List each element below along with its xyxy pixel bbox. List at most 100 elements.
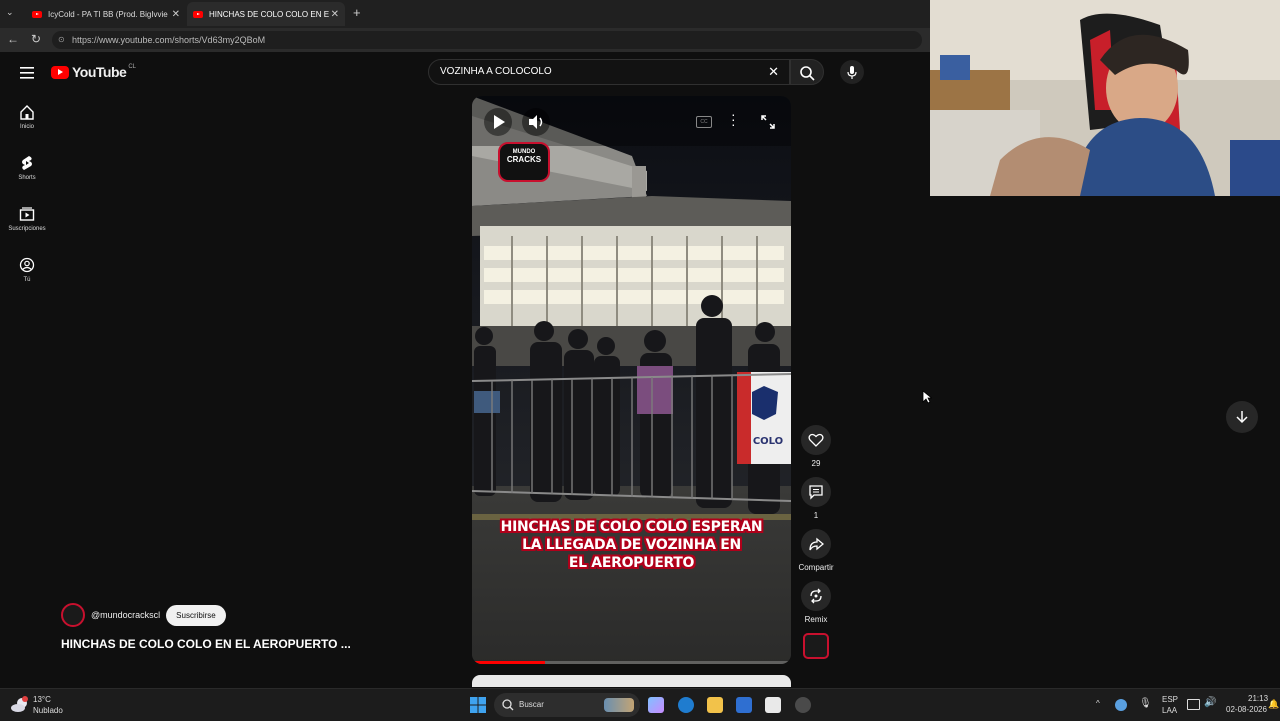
sidebar-item-inicio[interactable]: Inicio bbox=[0, 104, 54, 130]
channel-row: @mundocrackscl Suscribirse bbox=[61, 603, 226, 627]
settings-gear-icon[interactable] bbox=[795, 697, 811, 713]
tab-list-chevron-icon[interactable]: ⌄ bbox=[6, 7, 14, 18]
search-query: VOZINHA A COLOCOLO bbox=[440, 66, 552, 77]
sidebar-item-label: Tú bbox=[23, 277, 31, 283]
close-tab-icon[interactable]: ✕ bbox=[172, 9, 180, 20]
notification-bell-icon[interactable]: 🔔 bbox=[1268, 699, 1279, 710]
fullscreen-button[interactable] bbox=[760, 114, 776, 135]
like-heart-icon bbox=[808, 433, 824, 447]
site-info-icon[interactable]: ⊙ bbox=[58, 31, 65, 49]
comments-button[interactable]: 1 bbox=[797, 477, 835, 520]
file-explorer-icon[interactable] bbox=[707, 697, 723, 713]
tab-label: HINCHAS DE COLO COLO EN EL A bbox=[209, 9, 329, 19]
remix-label: Remix bbox=[804, 615, 828, 624]
tab-icycold[interactable]: IcyCold - PA TI BB (Prod. BigIvvier ✕ bbox=[26, 2, 186, 26]
microphone-icon[interactable]: 🎙 bbox=[1139, 698, 1152, 709]
search-input[interactable]: VOZINHA A COLOCOLO ✕ bbox=[428, 59, 790, 85]
share-label: Compartir bbox=[798, 563, 834, 572]
back-icon[interactable]: ← bbox=[7, 32, 19, 46]
comment-count: 1 bbox=[813, 511, 819, 520]
network-icon[interactable] bbox=[1187, 699, 1200, 710]
reload-icon[interactable]: ↻ bbox=[31, 32, 41, 46]
close-tab-icon[interactable]: ✕ bbox=[331, 9, 339, 20]
youtube-logo-icon bbox=[51, 65, 69, 79]
channel-avatar[interactable] bbox=[61, 603, 85, 627]
language-code[interactable]: ESP bbox=[1162, 695, 1178, 704]
next-video-button[interactable] bbox=[1226, 401, 1258, 433]
volume-button[interactable] bbox=[522, 108, 550, 136]
sidebar-item-label: Suscripciones bbox=[8, 226, 46, 232]
remix-icon bbox=[810, 588, 822, 604]
video-caption-line-2: LA LLEGADA DE VOZINHA EN bbox=[522, 537, 741, 553]
search-icon bbox=[800, 66, 815, 81]
voice-search-button[interactable] bbox=[840, 60, 864, 84]
youtube-logo[interactable]: YouTube CL bbox=[51, 64, 136, 80]
sidebar-item-label: Shorts bbox=[18, 175, 36, 181]
windows-logo-icon bbox=[470, 697, 486, 713]
clock-time[interactable]: 21:13 bbox=[1248, 694, 1268, 703]
play-button[interactable] bbox=[484, 108, 512, 136]
keyboard-layout[interactable]: LAA bbox=[1162, 706, 1177, 715]
temperature: 13°C bbox=[33, 695, 51, 704]
share-icon bbox=[809, 537, 824, 551]
video-progress-track[interactable] bbox=[472, 661, 791, 664]
search-icon bbox=[502, 699, 514, 711]
next-short-preview[interactable] bbox=[472, 675, 791, 687]
share-button[interactable]: Compartir bbox=[797, 529, 835, 572]
video-title[interactable]: HINCHAS DE COLO COLO EN EL AEROPUERTO ..… bbox=[61, 637, 351, 651]
taskbar-search-placeholder: Buscar bbox=[519, 700, 544, 709]
subscribe-button[interactable]: Suscribirse bbox=[166, 604, 226, 626]
youtube-favicon-icon bbox=[32, 10, 42, 18]
sidebar-item-tu[interactable]: Tú bbox=[0, 257, 54, 283]
youtube-favicon-icon bbox=[193, 10, 203, 18]
remix-button[interactable]: Remix bbox=[797, 581, 835, 624]
start-button[interactable] bbox=[470, 697, 486, 718]
fullscreen-icon bbox=[761, 115, 775, 129]
cloud-weather-icon bbox=[11, 696, 28, 712]
mouse-cursor-icon bbox=[922, 390, 933, 409]
clear-search-icon[interactable]: ✕ bbox=[768, 60, 779, 84]
volume-icon bbox=[529, 115, 543, 129]
webcam-feed bbox=[930, 0, 1280, 196]
like-count: 29 bbox=[811, 459, 821, 468]
tab-hinchas[interactable]: HINCHAS DE COLO COLO EN EL A ✕ bbox=[187, 2, 345, 26]
clock-date[interactable]: 02-08-2026 bbox=[1226, 705, 1267, 714]
volume-tray-icon[interactable]: 🔊 bbox=[1204, 697, 1216, 708]
store-icon[interactable] bbox=[765, 697, 781, 713]
menu-icon[interactable] bbox=[20, 66, 34, 84]
onedrive-icon[interactable] bbox=[1115, 699, 1127, 711]
weather-status: Nublado bbox=[33, 706, 63, 715]
sidebar-item-suscripciones[interactable]: Suscripciones bbox=[0, 206, 54, 232]
sidebar-item-shorts[interactable]: Shorts bbox=[0, 155, 54, 181]
more-options-icon[interactable]: · · · bbox=[731, 107, 736, 131]
new-tab-button[interactable]: + bbox=[353, 5, 361, 20]
video-progress-fill bbox=[472, 661, 546, 664]
search-button[interactable] bbox=[790, 59, 824, 85]
edge-browser-icon[interactable] bbox=[678, 697, 694, 713]
video-caption-line-3: EL AEROPUERTO bbox=[568, 555, 695, 571]
tray-chevron-icon[interactable]: ^ bbox=[1096, 699, 1100, 708]
mail-icon[interactable] bbox=[736, 697, 752, 713]
shorts-icon bbox=[22, 156, 32, 170]
captions-button[interactable]: CC bbox=[696, 116, 712, 128]
search-highlight-icon bbox=[604, 698, 634, 712]
address-bar-row: ← ↻ ⊙ https://www.youtube.com/shorts/Vd6… bbox=[0, 28, 930, 52]
home-icon bbox=[20, 105, 34, 120]
sound-channel-avatar[interactable] bbox=[803, 633, 829, 659]
svg-text:COLO: COLO bbox=[753, 436, 783, 447]
taskbar-search[interactable]: Buscar bbox=[494, 693, 640, 717]
mundo-cracks-logo: MUNDO CRACKS bbox=[498, 142, 550, 182]
cc-icon: CC bbox=[700, 119, 708, 125]
channel-handle[interactable]: @mundocrackscl bbox=[91, 610, 160, 620]
play-icon bbox=[494, 115, 505, 129]
browser-tab-bar: ⌄ IcyCold - PA TI BB (Prod. BigIvvier ✕ … bbox=[0, 0, 930, 28]
user-icon bbox=[19, 257, 35, 273]
subscriptions-icon bbox=[19, 207, 35, 221]
copilot-icon[interactable] bbox=[648, 697, 664, 713]
like-button[interactable]: 29 bbox=[797, 425, 835, 468]
tab-label: IcyCold - PA TI BB (Prod. BigIvvier bbox=[48, 9, 168, 19]
country-code: CL bbox=[128, 64, 136, 70]
url-field[interactable]: ⊙ https://www.youtube.com/shorts/Vd63my2… bbox=[52, 31, 922, 49]
short-video-player[interactable]: COLO MUNDO CRACKS CC · · · HINCHAS DE COLO… bbox=[472, 96, 791, 664]
video-caption-line-1: HINCHAS DE COLO COLO ESPERAN bbox=[500, 519, 763, 535]
